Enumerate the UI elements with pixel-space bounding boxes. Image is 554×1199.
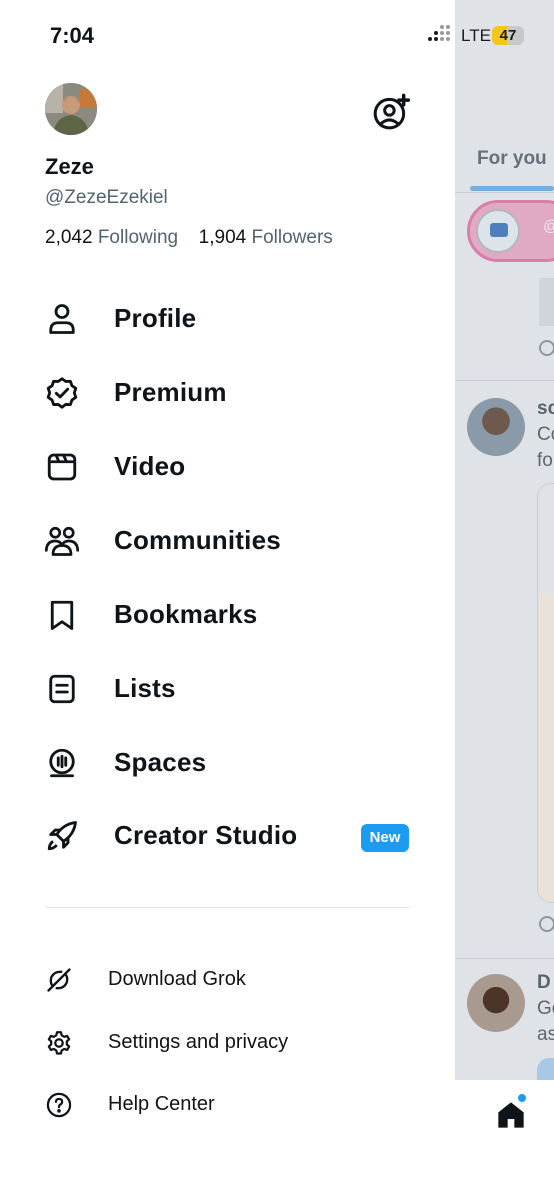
menu-item-bookmarks[interactable]: Bookmarks — [0, 583, 455, 643]
question-circle-icon — [46, 1092, 72, 1118]
rocket-icon — [47, 821, 77, 851]
home-icon[interactable] — [495, 1098, 527, 1132]
followers-label: Followers — [251, 227, 333, 248]
followers-link[interactable]: 1,904 Followers — [199, 227, 333, 248]
gear-icon — [47, 1031, 71, 1055]
battery-percent: 47 — [499, 27, 517, 44]
background-timeline: For you @ sc Co fo D Go as — [455, 0, 554, 1199]
profile-name[interactable]: Zeze — [45, 154, 94, 180]
avatar-photo — [45, 83, 97, 135]
following-count: 2,042 — [45, 227, 93, 248]
follow-stats: 2,042 Following 1,904 Followers — [45, 227, 333, 249]
network-type: LTE — [461, 26, 491, 45]
person-icon — [49, 304, 75, 334]
bookmark-icon — [50, 600, 74, 630]
menu-item-label: Premium — [114, 377, 227, 407]
spaces-icon — [49, 748, 75, 778]
verified-badge-icon — [46, 377, 78, 409]
video-icon — [47, 453, 77, 481]
divider — [455, 958, 554, 959]
menu-item-label: Settings and privacy — [108, 1031, 289, 1053]
menu-divider — [45, 907, 410, 908]
menu-item-label: Lists — [114, 673, 176, 703]
post-text: Co — [537, 424, 554, 445]
menu-item-premium[interactable]: Premium — [0, 361, 455, 421]
add-account-icon[interactable] — [372, 93, 410, 131]
notification-dot — [517, 1093, 527, 1103]
post-text: Go — [537, 998, 554, 1019]
menu-item-label: Video — [114, 451, 186, 481]
divider — [455, 380, 554, 381]
menu-item-video[interactable]: Video — [0, 435, 455, 495]
battery-icon: 47 — [492, 26, 524, 45]
new-posts-chip[interactable] — [537, 1058, 554, 1082]
tab-underline — [470, 186, 554, 191]
spaces-pill[interactable] — [467, 200, 554, 262]
menu-item-communities[interactable]: Communities — [0, 509, 455, 569]
list-icon — [49, 674, 75, 704]
grok-icon — [47, 968, 71, 992]
menu-item-label: Profile — [114, 303, 197, 333]
followers-count: 1,904 — [198, 227, 247, 248]
reply-icon[interactable] — [539, 916, 554, 932]
new-badge: New — [361, 824, 409, 852]
menu-item-label: Communities — [114, 525, 281, 555]
menu-item-label: Spaces — [114, 747, 207, 777]
following-link[interactable]: 2,042 Following — [45, 227, 183, 248]
mention-text: @ — [543, 218, 554, 236]
tab-for-you[interactable]: For you — [477, 148, 547, 170]
reply-icon[interactable] — [539, 340, 554, 356]
post-text: as — [537, 1024, 554, 1045]
card-preview — [539, 278, 554, 326]
post-author: sc — [537, 398, 554, 419]
menu-item-settings[interactable]: Settings and privacy — [0, 1017, 455, 1067]
channels-logo — [476, 209, 520, 253]
avatar[interactable] — [45, 83, 97, 135]
menu-item-label: Help Center — [108, 1093, 215, 1115]
menu-item-label: Download Grok — [108, 968, 246, 990]
post-author: D — [537, 972, 551, 993]
post-avatar[interactable] — [467, 398, 525, 456]
menu-item-label: Bookmarks — [114, 599, 258, 629]
profile-handle[interactable]: @ZezeEzekiel — [45, 187, 168, 209]
communities-icon — [44, 526, 80, 556]
menu-item-help-center[interactable]: Help Center — [0, 1079, 455, 1129]
side-drawer: 7:04 Zeze @ZezeEzekiel 2,042 Following 1… — [0, 0, 455, 1199]
post-text: fo — [537, 450, 553, 471]
menu-item-profile[interactable]: Profile — [0, 287, 455, 347]
cellular-signal-icon — [428, 25, 454, 45]
following-label: Following — [97, 227, 179, 248]
menu-item-label: Creator Studio — [114, 820, 298, 850]
menu-item-creator-studio[interactable]: Creator Studio New — [0, 804, 455, 864]
menu-item-spaces[interactable]: Spaces — [0, 731, 455, 791]
divider — [455, 192, 554, 193]
status-time: 7:04 — [50, 23, 95, 48]
post-avatar[interactable] — [467, 974, 525, 1032]
menu-item-download-grok[interactable]: Download Grok — [0, 954, 455, 1004]
menu-item-lists[interactable]: Lists — [0, 657, 455, 717]
post-image[interactable] — [537, 483, 554, 903]
